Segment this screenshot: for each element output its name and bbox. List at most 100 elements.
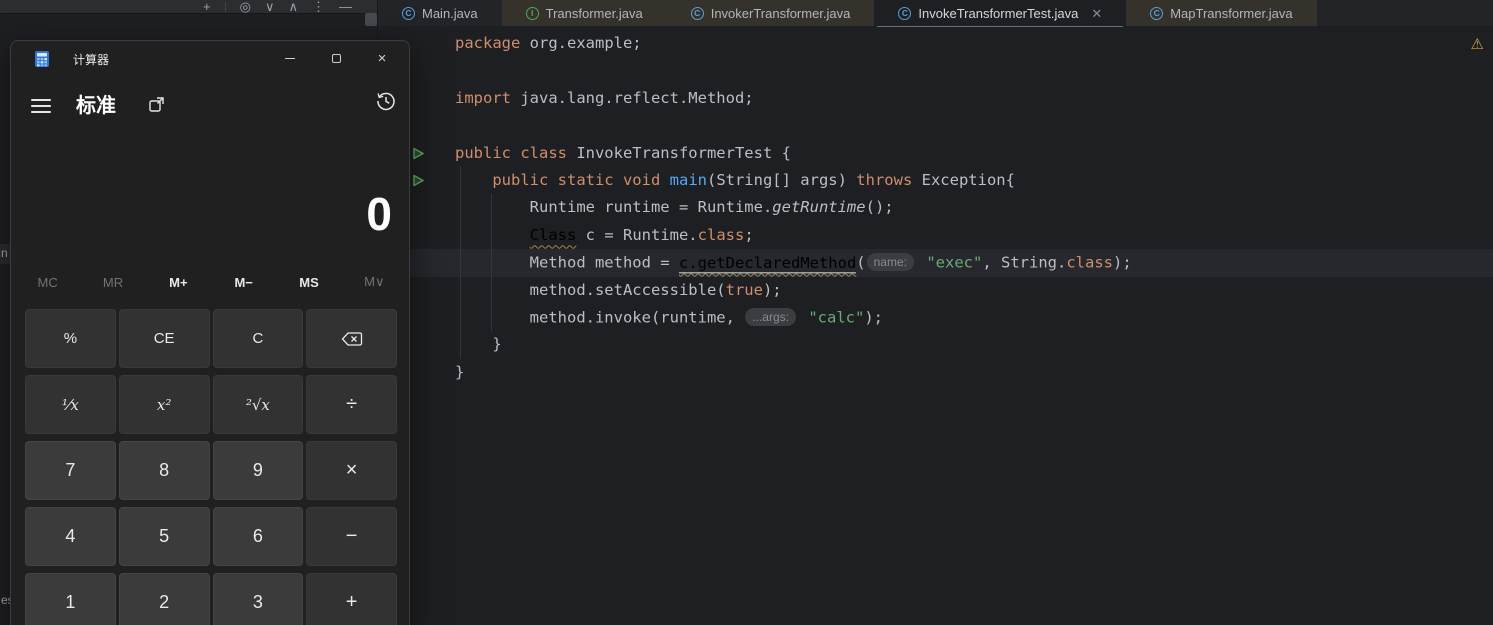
calculator-titlebar[interactable]: 计算器 × [11,41,409,77]
key-button-÷[interactable]: ÷ [306,375,397,434]
code-token: ); [1113,254,1132,272]
code-token: java.lang.reflect.Method; [511,89,754,107]
code-token: } [455,363,464,381]
key-button-3[interactable]: 3 [213,573,304,625]
key-button-C[interactable]: C [213,309,304,368]
code-token: c = Runtime. [576,226,697,244]
toolwindow-scrollbar[interactable] [365,13,377,26]
class-icon: C [898,7,911,20]
key-button-6[interactable]: 6 [213,507,304,566]
key-button-2[interactable]: 2 [119,573,210,625]
backspace-button[interactable] [306,309,397,368]
tab-Transformer-java[interactable]: ITransformer.java [502,0,667,26]
memory-button-−[interactable]: M− [211,266,276,298]
key-button-+[interactable]: + [306,573,397,625]
code-token: public class [455,144,567,162]
memory-button-R[interactable]: MR [80,266,145,298]
hide-icon[interactable]: — [339,0,352,13]
target-icon[interactable]: ◎ [240,0,251,13]
key-button-5[interactable]: 5 [119,507,210,566]
collapse-all-icon[interactable]: ∨ [265,0,275,13]
toolbar-separator [225,2,226,12]
code-token: , String. [982,254,1066,272]
code-token: import [455,89,511,107]
editor-tab-bar: CMain.javaITransformer.javaCInvokerTrans… [378,0,1493,26]
code-token: ); [763,281,782,299]
key-button-8[interactable]: 8 [119,441,210,500]
backspace-icon [341,331,363,347]
hamburger-menu-button[interactable] [29,97,53,115]
code-token: InvokeTransformerTest { [567,144,791,162]
code-token: ( [856,254,865,272]
key-button-x²[interactable]: x² [119,375,210,434]
class-icon: C [1150,7,1163,20]
screen: +◎∨∧⋮— nes CMain.javaITransformer.javaCI… [0,0,1493,625]
key-button-%[interactable]: % [25,309,116,368]
code-token: true [726,281,763,299]
code-line[interactable]: package org.example; [455,30,1132,57]
key-button-²√x[interactable]: ²√x [213,375,304,434]
tab-close-icon[interactable]: ✕ [1091,7,1102,20]
code-token: Class [530,226,577,244]
code-text[interactable]: package org.example; import java.lang.ref… [455,30,1132,386]
history-icon[interactable] [375,90,397,112]
code-line[interactable]: public static void main(String[] args) t… [455,167,1132,194]
code-token: (String[] args) [707,171,856,189]
code-line[interactable]: import java.lang.reflect.Method; [455,85,1132,112]
code-line[interactable]: method.setAccessible(true); [455,277,1132,304]
more-vertical-icon[interactable]: ⋮ [312,0,325,13]
tab-MapTransformer-java[interactable]: CMapTransformer.java [1126,0,1316,26]
run-icon[interactable] [412,174,425,187]
tab-InvokerTransformer-java[interactable]: C InvokerTransformer.java [667,0,875,26]
keep-on-top-icon[interactable] [147,94,167,114]
code-line[interactable]: public class InvokeTransformerTest { [455,140,1132,167]
memory-button-row: MCMRM+M−MSM∨ [15,266,407,298]
tab-Main-java[interactable]: CMain.java [378,0,502,26]
interface-icon: I [526,7,539,20]
key-button-4[interactable]: 4 [25,507,116,566]
key-button-CE[interactable]: CE [119,309,210,368]
maximize-button[interactable] [313,41,359,75]
memory-button-+[interactable]: M+ [146,266,211,298]
run-icon[interactable] [412,147,425,160]
code-token: ; [744,226,753,244]
code-line[interactable]: } [455,331,1132,358]
class-icon: C [691,7,704,20]
code-token: class [1066,254,1113,272]
code-line[interactable] [455,57,1132,84]
add-icon[interactable]: + [203,0,211,13]
code-token: c.getDeclaredMethod [679,254,856,272]
memory-button-C[interactable]: MC [15,266,80,298]
inspections-warning-icon[interactable]: ⚠ [1471,35,1484,53]
toolwindow-text-fragment: n [1,246,8,260]
calculator-app-icon [34,51,50,67]
tab-label: Main.java [422,6,478,21]
key-button-7[interactable]: 7 [25,441,116,500]
key-button-9[interactable]: 9 [213,441,304,500]
key-button-−[interactable]: − [306,507,397,566]
calculator-mode-label[interactable]: 标准 [76,89,116,118]
code-token: method.setAccessible( [455,281,726,299]
code-line[interactable]: } [455,359,1132,386]
code-line[interactable]: method.invoke(runtime, ...args: "calc"); [455,304,1132,331]
code-line[interactable]: Method method = c.getDeclaredMethod(name… [455,249,1132,276]
key-button-⅟x[interactable]: ⅟x [25,375,116,434]
code-token: } [455,335,502,353]
key-button-×[interactable]: × [306,441,397,500]
close-button[interactable]: × [359,41,405,75]
code-editor[interactable]: package org.example; import java.lang.ref… [378,27,1493,625]
code-token [455,226,530,244]
minimize-button[interactable] [267,41,313,75]
memory-button-∨[interactable]: M∨ [342,266,407,298]
expand-all-icon[interactable]: ∧ [288,0,298,13]
code-line[interactable] [455,112,1132,139]
key-button-1[interactable]: 1 [25,573,116,625]
memory-button-S[interactable]: MS [276,266,341,298]
code-token: package [455,34,520,52]
code-line[interactable]: Class c = Runtime.class; [455,222,1132,249]
code-line[interactable]: Runtime runtime = Runtime.getRuntime(); [455,194,1132,221]
code-token: main [670,171,707,189]
minimize-icon [285,58,295,59]
tab-label: InvokerTransformer.java [711,6,851,21]
tab-InvokeTransformerTest-java[interactable]: CInvokeTransformerTest.java✕ [874,0,1126,26]
